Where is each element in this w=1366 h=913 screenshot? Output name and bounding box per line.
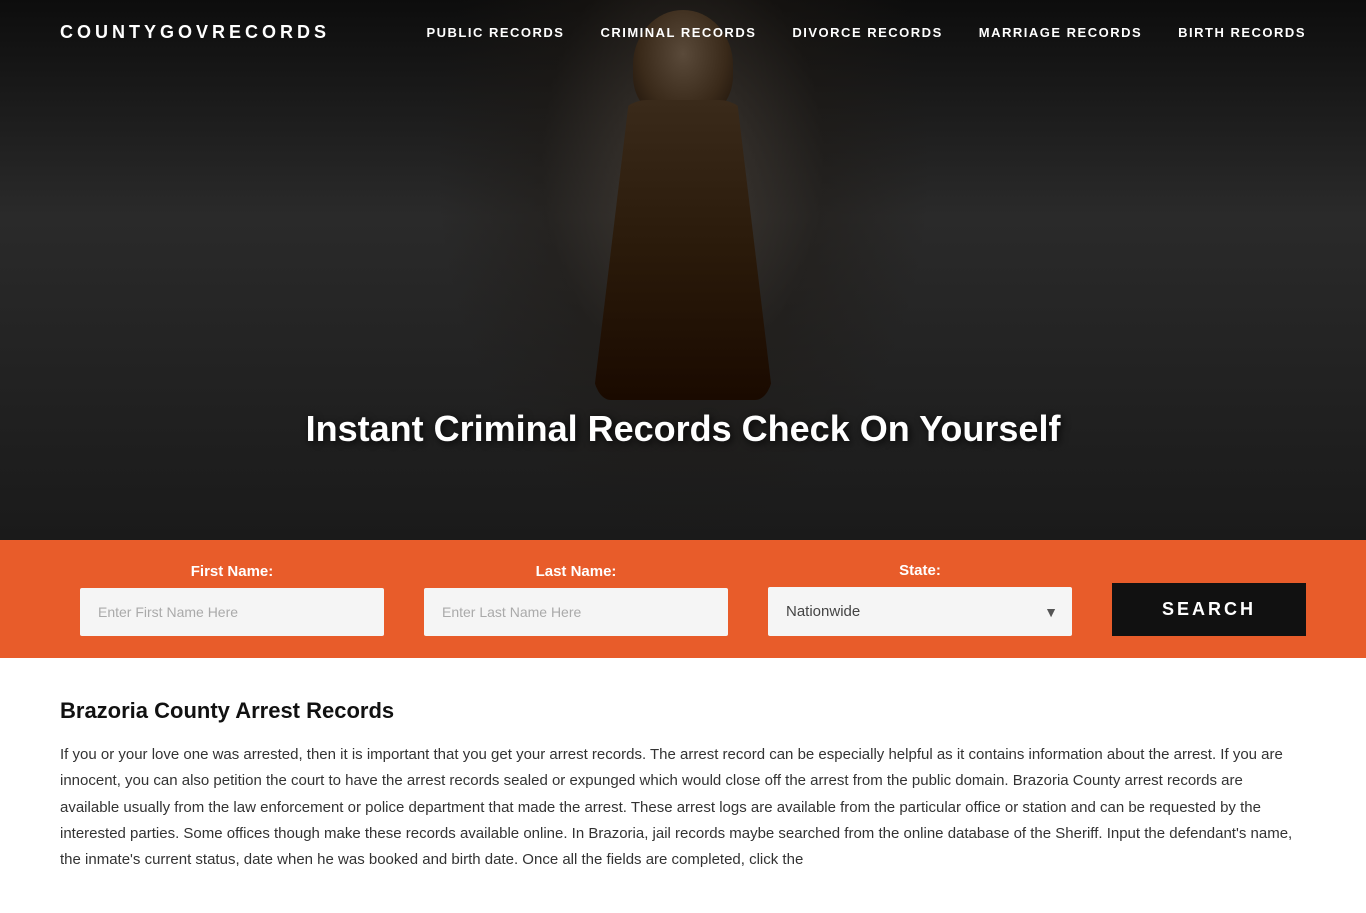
nav-public-records[interactable]: PUBLIC RECORDS <box>426 25 564 40</box>
search-button[interactable]: SEARCH <box>1112 583 1306 636</box>
first-name-label: First Name: <box>80 563 384 580</box>
search-button-wrapper: SEARCH <box>1092 583 1306 636</box>
state-field: State: NationwideAlabamaAlaskaArizonaArk… <box>748 562 1092 636</box>
content-section: Brazoria County Arrest Records If you or… <box>0 658 1366 913</box>
hero-heading: Instant Criminal Records Check On Yourse… <box>306 408 1061 450</box>
hero-person-image <box>433 0 933 540</box>
last-name-label: Last Name: <box>424 563 728 580</box>
nav-birth-records[interactable]: BIRTH RECORDS <box>1178 25 1306 40</box>
nav-criminal-records[interactable]: CRIMINAL RECORDS <box>600 25 756 40</box>
state-label: State: <box>768 562 1072 579</box>
hero-title-container: Instant Criminal Records Check On Yourse… <box>306 408 1061 450</box>
last-name-field: Last Name: <box>404 563 748 636</box>
state-select[interactable]: NationwideAlabamaAlaskaArizonaArkansasCa… <box>768 587 1072 636</box>
content-paragraph: If you or your love one was arrested, th… <box>60 742 1306 873</box>
hero-section: Instant Criminal Records Check On Yourse… <box>0 0 1366 540</box>
nav-marriage-records[interactable]: MARRIAGE RECORDS <box>979 25 1142 40</box>
site-logo[interactable]: COUNTYGOVRECORDS <box>60 22 330 43</box>
nav-divorce-records[interactable]: DIVORCE RECORDS <box>792 25 942 40</box>
main-nav: PUBLIC RECORDS CRIMINAL RECORDS DIVORCE … <box>426 25 1306 40</box>
site-header: COUNTYGOVRECORDS PUBLIC RECORDS CRIMINAL… <box>0 0 1366 65</box>
first-name-input[interactable] <box>80 588 384 636</box>
search-bar: First Name: Last Name: State: Nationwide… <box>0 540 1366 658</box>
state-select-wrapper: NationwideAlabamaAlaskaArizonaArkansasCa… <box>768 587 1072 636</box>
first-name-field: First Name: <box>60 563 404 636</box>
last-name-input[interactable] <box>424 588 728 636</box>
content-heading: Brazoria County Arrest Records <box>60 698 1306 724</box>
